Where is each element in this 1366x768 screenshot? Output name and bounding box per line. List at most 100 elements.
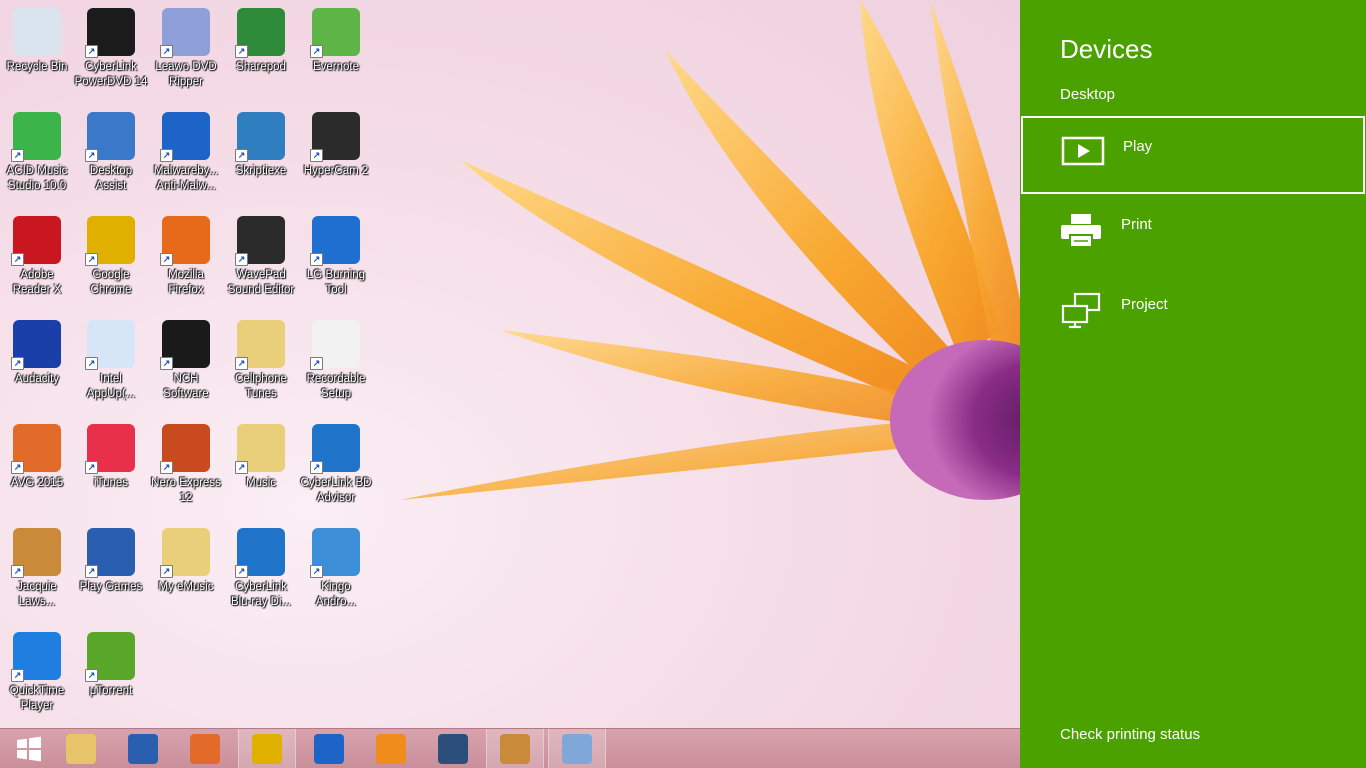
avg-icon bbox=[190, 734, 220, 764]
itunes-icon: ↗ bbox=[85, 424, 135, 474]
evernote-icon: ↗ bbox=[310, 8, 360, 58]
desktop-icon[interactable]: ↗ iTunes bbox=[74, 424, 148, 491]
desktop-icon[interactable]: ↗ WavePad Sound Editor bbox=[224, 216, 298, 298]
recycle-bin-icon bbox=[13, 8, 61, 56]
desktop-icon[interactable]: ↗ Intel AppUp(... bbox=[74, 320, 148, 402]
nero-icon: ↗ bbox=[160, 424, 210, 474]
check-printing-status-link[interactable]: Check printing status bbox=[1060, 726, 1200, 743]
shortcut-arrow-icon: ↗ bbox=[85, 357, 98, 370]
windows-logo-icon bbox=[17, 736, 41, 762]
desktop-icon-label: Kingo Andro... bbox=[315, 581, 357, 608]
desktop-icon-label: Adobe Reader X bbox=[12, 269, 62, 296]
desktop-icon[interactable]: ↗ LG Burning Tool bbox=[299, 216, 373, 298]
shortcut-arrow-icon: ↗ bbox=[85, 461, 98, 474]
desktop-icon-label: CyberLink PowerDVD 14 bbox=[74, 61, 148, 88]
media-player-taskbar-button[interactable] bbox=[362, 729, 420, 768]
film-taskbar-button[interactable] bbox=[424, 729, 482, 768]
recordable-setup-icon: ↗ bbox=[310, 320, 360, 370]
devices-charm-panel: Devices Desktop Play Print Project Check… bbox=[1020, 0, 1366, 768]
start-button[interactable] bbox=[0, 729, 58, 768]
shortcut-arrow-icon: ↗ bbox=[235, 45, 248, 58]
desktop-icon[interactable]: ↗ Adobe Reader X bbox=[0, 216, 74, 298]
acid-music-icon: ↗ bbox=[11, 112, 61, 162]
charm-item-label: Print bbox=[1121, 216, 1152, 233]
project-icon bbox=[1061, 292, 1101, 329]
carousel-taskbar-button[interactable] bbox=[486, 729, 544, 768]
desktop-icon[interactable]: ↗ Sharepod bbox=[224, 8, 298, 75]
chrome-taskbar-button[interactable] bbox=[238, 729, 296, 768]
paint-palette-icon bbox=[562, 734, 592, 764]
desktop-icon-label: Intel AppUp(... bbox=[86, 373, 136, 400]
desktop-icon[interactable]: ↗ Cellphone Tunes bbox=[224, 320, 298, 402]
shortcut-arrow-icon: ↗ bbox=[235, 149, 248, 162]
desktop-icon-label: iTunes bbox=[93, 477, 129, 489]
kingo-icon: ↗ bbox=[310, 528, 360, 578]
lg-burning-icon: ↗ bbox=[310, 216, 360, 266]
desktop-icon[interactable]: ↗ Jacquie Laws... bbox=[0, 528, 74, 610]
shortcut-arrow-icon: ↗ bbox=[160, 461, 173, 474]
shortcut-arrow-icon: ↗ bbox=[11, 149, 24, 162]
desktop-icon[interactable]: ↗ Music bbox=[224, 424, 298, 491]
skriptiexe-icon: ↗ bbox=[235, 112, 285, 162]
charm-item-label: Project bbox=[1121, 296, 1168, 313]
desktop-icon[interactable]: ↗ Skriptiexe bbox=[224, 112, 298, 179]
desktop-icon-label: Mozilla Firefox bbox=[168, 269, 204, 296]
desktop-icon[interactable]: ↗ CyberLink Blu-ray Di... bbox=[224, 528, 298, 610]
desktop-icon-label: Sharepod bbox=[236, 61, 286, 73]
desktop-icon-label: Skriptiexe bbox=[235, 165, 287, 177]
folder-icon: ↗ bbox=[235, 320, 285, 370]
desktop-icon-label: CyberLink Blu-ray Di... bbox=[230, 581, 292, 608]
desktop-icon[interactable]: Recycle Bin bbox=[0, 8, 74, 75]
shortcut-arrow-icon: ↗ bbox=[235, 565, 248, 578]
desktop-icon[interactable]: ↗ QuickTime Player bbox=[0, 632, 74, 714]
desktop-icon[interactable]: ↗ CyberLink PowerDVD 14 bbox=[74, 8, 148, 90]
shortcut-arrow-icon: ↗ bbox=[11, 357, 24, 370]
desktop-icon-label: Recordable Setup bbox=[306, 373, 366, 400]
shortcut-arrow-icon: ↗ bbox=[235, 357, 248, 370]
desktop-icon-label: Malwareby... Anti-Malw... bbox=[153, 165, 219, 192]
desktop-icon-label: Nero Express 12 bbox=[151, 477, 221, 504]
desktop-icon[interactable]: ↗ AVG 2015 bbox=[0, 424, 74, 491]
file-explorer-button[interactable] bbox=[52, 729, 110, 768]
paint-taskbar-button[interactable] bbox=[548, 729, 606, 768]
desktop-icon[interactable]: ↗ ACID Music Studio 10.0 bbox=[0, 112, 74, 194]
desktop-icon[interactable]: ↗ Play Games bbox=[74, 528, 148, 595]
malwarebytes-taskbar-button[interactable] bbox=[300, 729, 358, 768]
charm-item-play[interactable]: Play bbox=[1021, 116, 1365, 194]
desktop-icon-label: WavePad Sound Editor bbox=[227, 269, 295, 296]
desktop-icon[interactable]: ↗ HyperCam 2 bbox=[299, 112, 373, 179]
sharepod-icon: ↗ bbox=[235, 8, 285, 58]
desktop-icon[interactable]: ↗ μTorrent bbox=[74, 632, 148, 699]
carousel-icon: ↗ bbox=[11, 528, 61, 578]
charm-item-print[interactable]: Print bbox=[1021, 196, 1365, 274]
desktop-icon[interactable]: ↗ Malwareby... Anti-Malw... bbox=[149, 112, 223, 194]
shortcut-arrow-icon: ↗ bbox=[235, 461, 248, 474]
dvd-ripper-icon: ↗ bbox=[160, 8, 210, 58]
charm-item-project[interactable]: Project bbox=[1021, 276, 1365, 354]
desktop-icon-label: My eMusic bbox=[158, 581, 214, 593]
desktop-icon[interactable]: ↗ CyberLink BD Advisor bbox=[299, 424, 373, 506]
desktop-icon[interactable]: ↗ Nero Express 12 bbox=[149, 424, 223, 506]
avg-taskbar-button[interactable] bbox=[176, 729, 234, 768]
desktop-icon[interactable]: ↗ Mozilla Firefox bbox=[149, 216, 223, 298]
powerdvd-icon: ↗ bbox=[85, 8, 135, 58]
play-games-icon bbox=[128, 734, 158, 764]
shortcut-arrow-icon: ↗ bbox=[11, 253, 24, 266]
desktop-icon-label: Recycle Bin bbox=[6, 61, 68, 73]
desktop-icon[interactable]: ↗ Audacity bbox=[0, 320, 74, 387]
desktop-icon[interactable]: ↗ Kingo Andro... bbox=[299, 528, 373, 610]
desktop-icon[interactable]: ↗ Google Chrome bbox=[74, 216, 148, 298]
play-games-taskbar-button[interactable] bbox=[114, 729, 172, 768]
desktop-icon[interactable]: ↗ Evernote bbox=[299, 8, 373, 75]
quicktime-icon: ↗ bbox=[11, 632, 61, 682]
desktop-icon-label: Jacquie Laws... bbox=[17, 581, 57, 608]
desktop-icon[interactable]: ↗ My eMusic bbox=[149, 528, 223, 595]
desktop-icon-label: QuickTime Player bbox=[9, 685, 65, 712]
shortcut-arrow-icon: ↗ bbox=[160, 565, 173, 578]
desktop-icon[interactable]: ↗ NCH Software bbox=[149, 320, 223, 402]
desktop-icon[interactable]: ↗ Leawo DVD Ripper bbox=[149, 8, 223, 90]
desktop-icon[interactable]: ↗ Recordable Setup bbox=[299, 320, 373, 402]
intel-appup-icon: ↗ bbox=[85, 320, 135, 370]
desktop-icon[interactable]: ↗ Desktop Assist bbox=[74, 112, 148, 194]
bd-advisor-icon: ↗ bbox=[310, 424, 360, 474]
